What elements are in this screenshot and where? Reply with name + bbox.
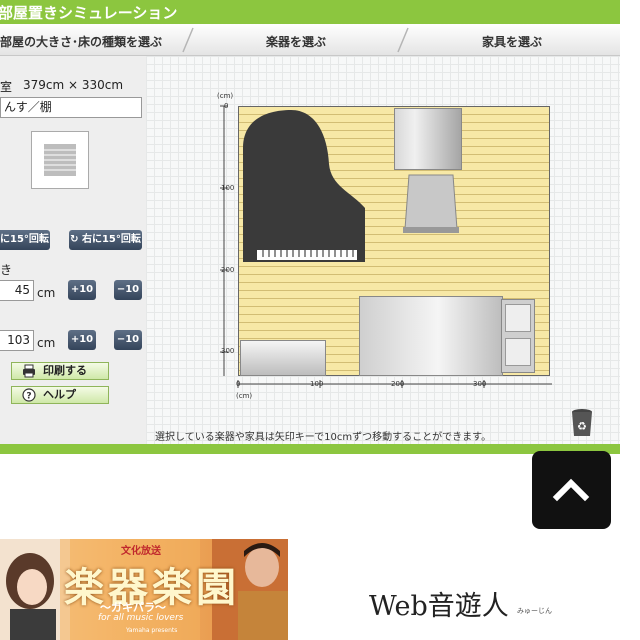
- printer-icon: [22, 364, 36, 378]
- tab-separator: [182, 27, 194, 53]
- settings-panel: 室 379cm × 330cm んす／棚 左に15°回転 ↻ 右に15°回転 き…: [0, 56, 146, 444]
- width-unit: cm: [37, 286, 56, 300]
- piano-bench[interactable]: [399, 173, 463, 237]
- y-axis-unit: (cm): [217, 92, 234, 100]
- y-tick-label: 100: [221, 184, 235, 192]
- web-myujin-reading: みゅーじん: [517, 607, 552, 615]
- bottom-bar: [0, 444, 620, 454]
- tab-furniture[interactable]: 家具を選ぶ: [482, 33, 542, 50]
- depth-input[interactable]: 103: [0, 330, 34, 351]
- rotate-left-button[interactable]: 左に15°回転: [0, 230, 50, 250]
- upright-piano[interactable]: [394, 108, 462, 170]
- recycle-bin-icon[interactable]: ♻: [570, 408, 594, 438]
- svg-text:?: ?: [26, 392, 31, 402]
- y-tick-label: 200: [221, 266, 235, 274]
- banner-tagline: for all music lovers: [98, 613, 184, 623]
- item-thumbnail: [31, 131, 89, 189]
- depth-unit: cm: [37, 336, 56, 350]
- x-tick-label: 200: [391, 380, 405, 388]
- web-myujin-banner[interactable]: Web音遊人 みゅーじん: [307, 540, 603, 640]
- tab-room-size[interactable]: 部屋の大きさ･床の種類を選ぶ: [0, 33, 162, 50]
- banner-presenter: Yamaha presents: [126, 627, 178, 634]
- rotate-right-button[interactable]: ↻ 右に15°回転: [69, 230, 142, 250]
- room-label: 室: [0, 80, 13, 94]
- chest-thumbnail-icon: [44, 144, 76, 176]
- room-size: 379cm × 330cm: [23, 78, 124, 92]
- web-myujin-title: Web音遊人: [369, 591, 509, 622]
- help-label: ヘルプ: [43, 388, 76, 401]
- table[interactable]: [359, 296, 503, 376]
- size-label: き: [0, 263, 13, 277]
- app-title: 部屋置きシミュレーション: [0, 4, 178, 22]
- chest-of-drawers[interactable]: [501, 299, 535, 373]
- rotate-right-icon: ↻: [70, 234, 79, 245]
- svg-text:♻: ♻: [577, 420, 587, 433]
- width-plus-button[interactable]: +10: [68, 280, 96, 300]
- x-tick-label: 0: [236, 380, 241, 388]
- chevron-up-icon: [552, 478, 590, 502]
- help-icon: ?: [22, 388, 36, 402]
- depth-plus-button[interactable]: +10: [68, 330, 96, 350]
- print-label: 印刷する: [43, 364, 87, 377]
- room-simulator-app: 部屋置きシミュレーション 部屋の大きさ･床の種類を選ぶ 楽器を選ぶ 家具を選ぶ …: [0, 0, 620, 454]
- room-floor: [238, 106, 550, 376]
- y-tick-label: 300: [221, 347, 235, 355]
- title-bar: 部屋置きシミュレーション: [0, 0, 620, 24]
- print-button[interactable]: 印刷する: [11, 362, 109, 380]
- keyboard-hint: 選択している楽器や家具は矢印キーで10cmずつ移動することができます。: [155, 432, 492, 443]
- width-minus-button[interactable]: −10: [114, 280, 142, 300]
- width-input[interactable]: 45: [0, 280, 34, 301]
- gakipara-banner[interactable]: 文化放送 楽器楽園 〜ガキパラ〜 for all music lovers Ya…: [0, 539, 288, 640]
- help-button[interactable]: ? ヘルプ: [11, 386, 109, 404]
- tab-separator: [397, 27, 409, 53]
- step-tabs: 部屋の大きさ･床の種類を選ぶ 楽器を選ぶ 家具を選ぶ: [0, 24, 620, 56]
- rotate-left-label: 左に15°回転: [0, 234, 49, 245]
- rotate-right-label: 右に15°回転: [81, 234, 141, 245]
- depth-minus-button[interactable]: −10: [114, 330, 142, 350]
- y-tick-label: 0: [224, 102, 229, 110]
- x-axis-unit: (cm): [236, 392, 253, 400]
- x-tick-label: 100: [310, 380, 324, 388]
- sofa[interactable]: [240, 340, 326, 376]
- scroll-to-top-button[interactable]: [532, 451, 611, 529]
- selected-item-field[interactable]: んす／棚: [0, 97, 142, 118]
- x-tick-label: 300: [473, 380, 487, 388]
- grand-piano[interactable]: [241, 108, 369, 264]
- tab-instrument[interactable]: 楽器を選ぶ: [266, 33, 326, 50]
